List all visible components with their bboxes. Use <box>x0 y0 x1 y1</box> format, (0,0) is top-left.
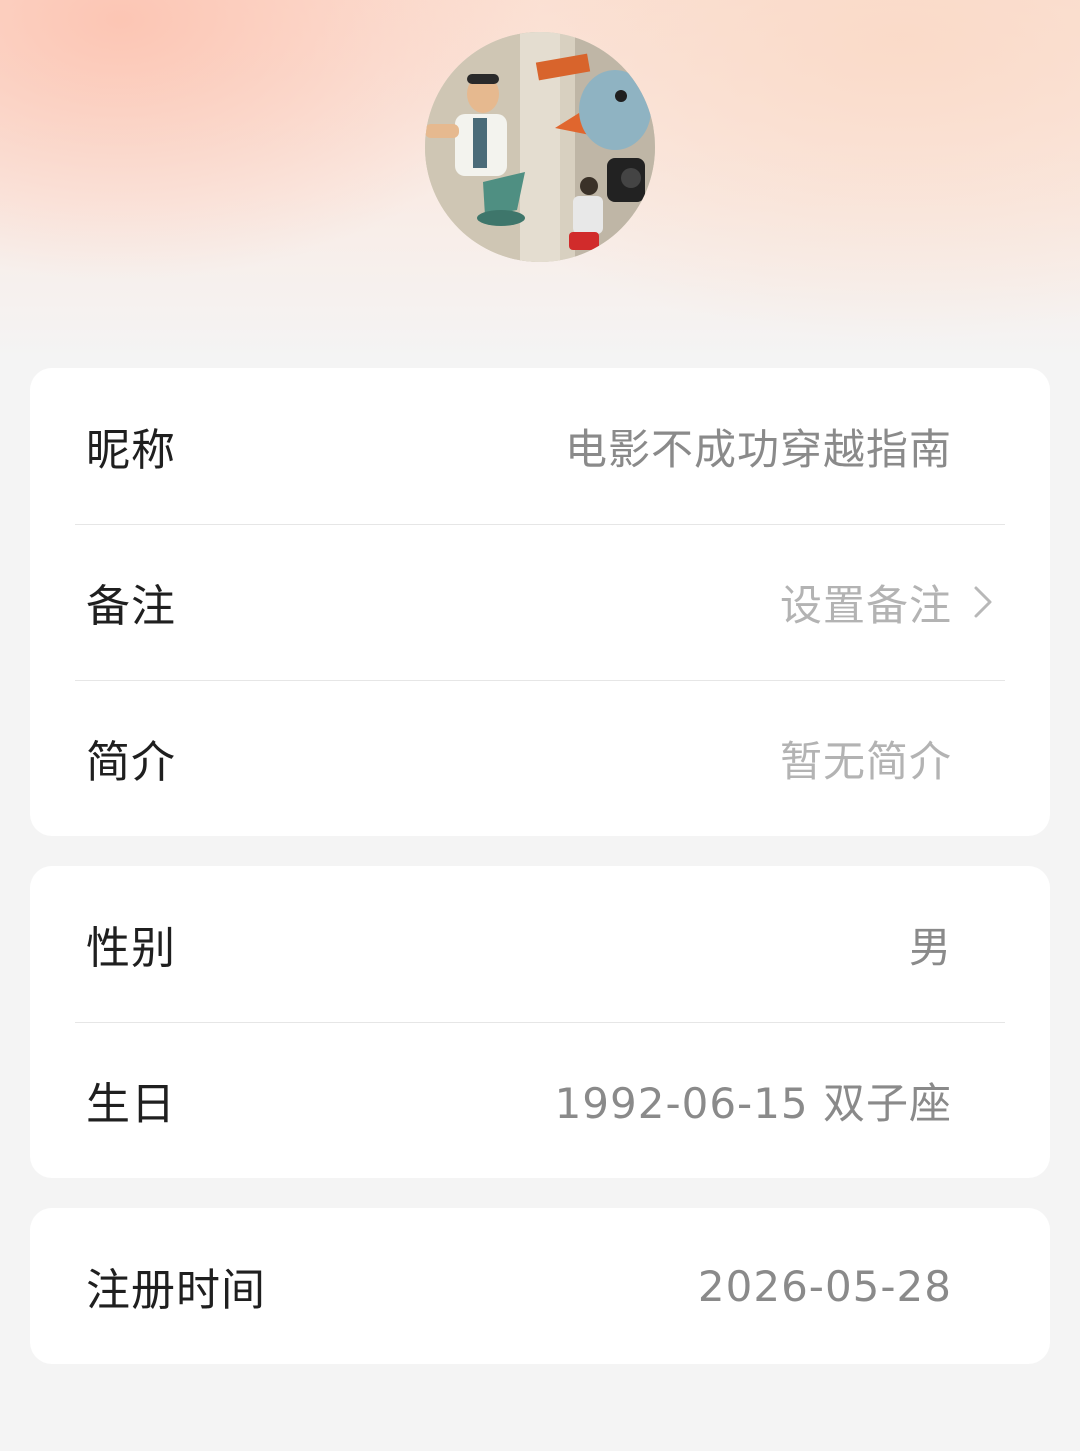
gender-label: 性别 <box>86 923 176 974</box>
gender-value: 男 <box>908 922 952 972</box>
account-info-card: 注册时间 2026-05-28 <box>30 1208 1050 1364</box>
birthday-row: 生日 1992-06-15 双子座 <box>30 1022 1050 1178</box>
remark-value[interactable]: 设置备注 <box>780 572 952 633</box>
birthday-value: 1992-06-15 双子座 <box>554 1078 952 1128</box>
register-time-label: 注册时间 <box>86 1265 266 1316</box>
nickname-row: 昵称 电影不成功穿越指南 <box>30 368 1050 524</box>
bio-row: 简介 暂无简介 <box>30 680 1050 836</box>
register-time-row: 注册时间 2026-05-28 <box>30 1208 1050 1364</box>
nickname-label: 昵称 <box>86 425 176 476</box>
birthday-label: 生日 <box>86 1079 176 1130</box>
gender-row: 性别 男 <box>30 866 1050 1022</box>
basic-info-card: 昵称 电影不成功穿越指南 备注 设置备注 简介 暂无简介 <box>30 368 1050 836</box>
bio-value: 暂无简介 <box>779 736 952 786</box>
chevron-right-icon[interactable] <box>968 582 998 622</box>
personal-info-card: 性别 男 生日 1992-06-15 双子座 <box>30 866 1050 1178</box>
register-time-value: 2026-05-28 <box>697 1261 952 1311</box>
remark-row[interactable]: 备注 设置备注 <box>30 524 1050 680</box>
remark-label: 备注 <box>86 581 176 632</box>
bio-label: 简介 <box>86 737 176 788</box>
avatar-illustration <box>425 32 655 262</box>
nickname-value: 电影不成功穿越指南 <box>564 424 952 474</box>
user-avatar[interactable] <box>425 32 655 262</box>
